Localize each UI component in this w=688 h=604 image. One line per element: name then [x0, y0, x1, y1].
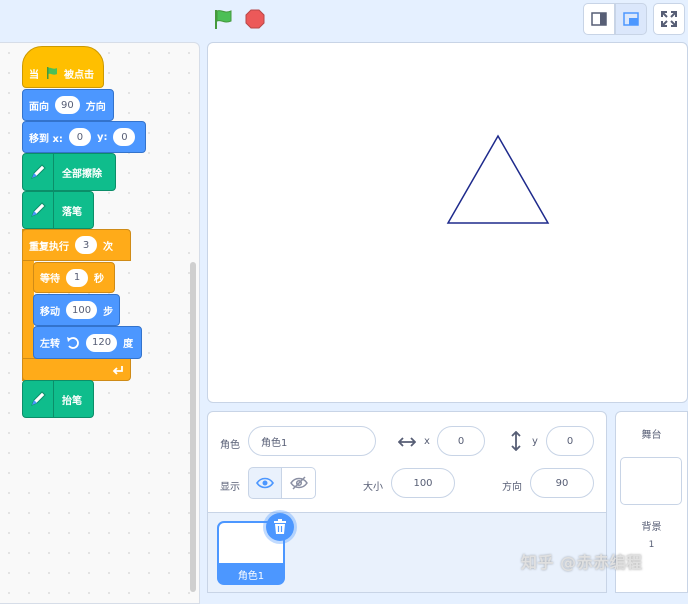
- stop-icon: [245, 9, 265, 29]
- sprite-info-panel: 角色 角色1 x 0 y 0 显示 大小 100 方向 90: [207, 411, 607, 513]
- show-label: 显示: [220, 482, 240, 493]
- trash-icon: [274, 519, 286, 534]
- x-input[interactable]: 0: [437, 426, 485, 456]
- green-flag-icon: [47, 67, 57, 79]
- green-flag-icon: [215, 10, 232, 29]
- pen-down-block[interactable]: 落笔: [22, 191, 94, 229]
- turn-label: 左转: [40, 339, 60, 350]
- turn-suffix: 度: [123, 339, 134, 350]
- pen-icon: [23, 381, 54, 417]
- hat-suffix: 被点击: [64, 69, 94, 81]
- backdrop-label: 背景: [641, 522, 662, 533]
- sprite-tile-name: 角色1: [217, 563, 285, 585]
- delete-sprite-button[interactable]: [266, 513, 294, 541]
- pendown-label: 落笔: [62, 206, 82, 218]
- stage-canvas[interactable]: [207, 42, 688, 403]
- wait-block[interactable]: 等待 1 秒: [33, 262, 115, 293]
- pen-icon: [23, 154, 54, 190]
- repeat-block-header[interactable]: 重复执行 3 次: [22, 229, 131, 261]
- size-input[interactable]: 100: [391, 468, 455, 498]
- goto-x-input[interactable]: 0: [68, 128, 91, 146]
- direction-input[interactable]: 90: [55, 96, 80, 114]
- eye-icon: [256, 477, 274, 489]
- wait-seconds-input[interactable]: 1: [66, 268, 88, 287]
- sprite-name-input[interactable]: 角色1: [248, 426, 376, 456]
- goto-y-label: y:: [96, 131, 108, 143]
- pen-up-block[interactable]: 抬笔: [22, 380, 94, 418]
- wait-label: 等待: [40, 274, 60, 285]
- rotate-left-icon: [67, 336, 79, 349]
- point-suffix: 方向: [85, 101, 106, 113]
- fullscreen-icon: [661, 11, 677, 27]
- stage-title: 舞台: [641, 430, 662, 441]
- eye-hidden-icon: [289, 476, 308, 490]
- vertical-arrows-icon: [511, 431, 521, 451]
- y-label: y: [532, 436, 538, 447]
- goto-label: 移到 x:: [29, 133, 63, 145]
- stop-button[interactable]: [245, 9, 265, 29]
- goto-y-input[interactable]: 0: [113, 128, 136, 146]
- hat-prefix: 当: [29, 69, 39, 81]
- workspace-scrollbar[interactable]: [190, 262, 196, 592]
- point-in-direction-block[interactable]: 面向 90 方向: [22, 89, 114, 121]
- erase-all-block[interactable]: 全部擦除: [22, 153, 116, 191]
- watermark: 知乎 @赤赤编程: [521, 553, 643, 572]
- repeat-label: 重复执行: [29, 241, 69, 253]
- sprite-label: 角色: [220, 440, 240, 451]
- small-stage-button[interactable]: [583, 3, 615, 35]
- pen-icon: [23, 192, 54, 228]
- erase-label: 全部擦除: [62, 168, 102, 180]
- when-flag-clicked-block[interactable]: 当 被点击: [22, 46, 104, 88]
- small-stage-icon: [591, 12, 607, 26]
- green-flag-button[interactable]: [212, 8, 234, 30]
- turn-left-block[interactable]: 左转 120 度: [33, 326, 142, 359]
- horizontal-arrows-icon: [398, 437, 416, 447]
- hide-sprite-button[interactable]: [282, 467, 316, 499]
- direction-label: 方向: [502, 482, 522, 493]
- move-label: 移动: [40, 306, 60, 318]
- normal-stage-button[interactable]: [615, 3, 647, 35]
- fullscreen-button[interactable]: [653, 3, 685, 35]
- move-steps-input[interactable]: 100: [66, 301, 98, 319]
- x-label: x: [424, 436, 430, 447]
- move-suffix: 步: [103, 306, 114, 318]
- go-to-xy-block[interactable]: 移到 x: 0 y: 0: [22, 121, 146, 153]
- normal-stage-icon: [623, 12, 639, 26]
- repeat-suffix: 次: [103, 241, 113, 253]
- direction-input[interactable]: 90: [530, 468, 594, 498]
- stage-thumbnail[interactable]: [620, 457, 682, 505]
- y-input[interactable]: 0: [546, 426, 594, 456]
- loop-arrow-icon: [112, 365, 123, 375]
- turn-degrees-input[interactable]: 120: [86, 333, 118, 352]
- show-sprite-button[interactable]: [248, 467, 282, 499]
- drawn-triangle: [446, 134, 550, 224]
- repeat-block-footer[interactable]: [22, 358, 131, 381]
- repeat-count-input[interactable]: 3: [75, 236, 97, 254]
- move-steps-block[interactable]: 移动 100 步: [33, 294, 120, 326]
- size-label: 大小: [363, 482, 383, 493]
- penup-label: 抬笔: [62, 395, 82, 407]
- wait-suffix: 秒: [94, 274, 104, 285]
- point-label: 面向: [29, 101, 49, 113]
